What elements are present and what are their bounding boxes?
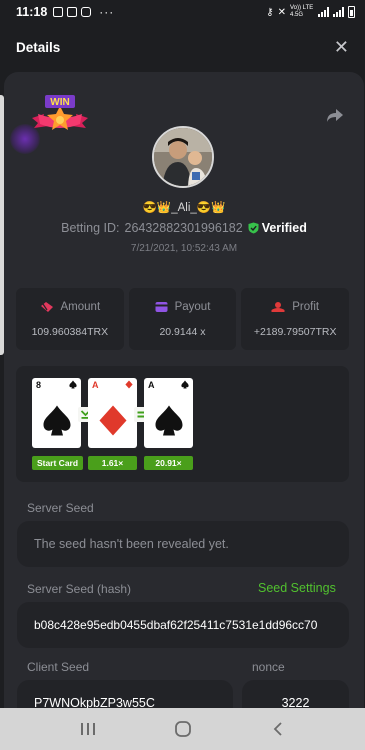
seed-settings-link[interactable]: Seed Settings	[258, 581, 336, 595]
betting-id-line: Betting ID: 26432882301996182 Verified	[4, 221, 364, 235]
status-time: 11:18	[16, 5, 48, 19]
stat-label: Payout	[174, 300, 211, 313]
svg-text:WIN: WIN	[50, 97, 69, 108]
recent-apps-button[interactable]	[73, 714, 103, 744]
home-icon	[174, 721, 191, 737]
card-start: 8	[32, 378, 81, 448]
profit-icon	[271, 301, 285, 312]
card-rank: 8	[36, 380, 42, 390]
diamond-icon	[125, 380, 133, 389]
system-icons: ⚷ ✕ Vo)) LTE 4.5G	[266, 5, 355, 19]
signal-2-icon	[333, 7, 344, 17]
verified-label: Verified	[261, 221, 307, 235]
bet-details-sheet: WIN 😎👑_Ali_😎👑 Betting ID: 26432882301996…	[4, 72, 364, 712]
details-header: Details ✕	[0, 24, 365, 70]
win-badge-icon: WIN	[32, 95, 88, 130]
share-icon[interactable]	[326, 106, 344, 124]
card-label: 20.91×	[144, 456, 193, 470]
back-button[interactable]	[263, 714, 293, 744]
message-icon	[67, 7, 78, 17]
stat-profit: Profit +2189.79507TRX	[241, 288, 350, 350]
card-label: 1.61×	[88, 456, 137, 470]
stat-label: Amount	[60, 300, 101, 313]
bet-timestamp: 7/21/2021, 10:52:43 AM	[130, 243, 238, 254]
page-title: Details	[16, 39, 61, 55]
spade-icon	[43, 405, 70, 436]
avatar	[152, 126, 214, 188]
client-seed-label: Client Seed	[27, 660, 90, 674]
recent-apps-icon	[80, 723, 95, 735]
shield-check-icon	[248, 222, 259, 234]
gallery-icon	[53, 7, 64, 17]
spade-icon	[181, 380, 189, 389]
card-label: Start Card	[32, 456, 83, 470]
back-icon	[273, 722, 282, 736]
stat-payout: Payout 20.9144 x	[128, 288, 237, 350]
card-rank: A	[148, 380, 155, 390]
card-second: A	[88, 378, 137, 448]
stat-label: Profit	[292, 300, 320, 313]
server-seed-field: The seed hasn't been revealed yet.	[17, 521, 349, 567]
server-hash-field[interactable]: b08c428e95edb0455dbaf62f25411c7531e1dd96…	[17, 602, 349, 648]
server-seed-label: Server Seed	[27, 501, 94, 515]
betting-id-value: 26432882301996182	[124, 221, 243, 235]
more-notifications-icon: ···	[99, 5, 115, 19]
server-hash-label: Server Seed (hash)	[27, 582, 132, 596]
diamond-icon	[99, 405, 126, 436]
battery-icon	[348, 6, 355, 18]
mute-icon: ✕	[277, 6, 286, 18]
stat-value: 109.960384TRX	[31, 325, 109, 338]
cards-panel: 8 A A Start Card 1.61× 20.91×	[16, 366, 349, 482]
stats-row: Amount 109.960384TRX Payout 20.9144 x Pr…	[16, 288, 350, 350]
betting-id-label: Betting ID:	[61, 221, 120, 235]
close-button[interactable]: ✕	[334, 38, 349, 56]
username: 😎👑_Ali_😎👑	[142, 202, 226, 214]
stat-value: +2189.79507TRX	[253, 325, 337, 338]
instagram-icon	[81, 7, 92, 17]
nonce-label: nonce	[252, 660, 285, 674]
amount-icon	[40, 301, 53, 312]
signal-icon	[318, 7, 329, 17]
status-bar: 11:18 ··· ⚷ ✕ Vo)) LTE 4.5G	[0, 0, 365, 24]
payout-icon	[155, 301, 168, 312]
network-label: Vo)) LTE 4.5G	[290, 5, 314, 18]
home-button[interactable]	[168, 714, 198, 744]
key-icon: ⚷	[266, 6, 274, 18]
verified-badge: Verified	[248, 221, 307, 235]
spade-icon	[69, 380, 77, 389]
notification-icons: ···	[53, 5, 114, 19]
stat-value: 20.9144 x	[159, 325, 206, 338]
avatar-photo	[154, 128, 212, 186]
card-rank: A	[92, 380, 99, 390]
system-nav-bar	[0, 708, 365, 750]
card-third: A	[144, 378, 193, 448]
spade-icon	[155, 405, 182, 436]
stat-amount: Amount 109.960384TRX	[16, 288, 124, 350]
